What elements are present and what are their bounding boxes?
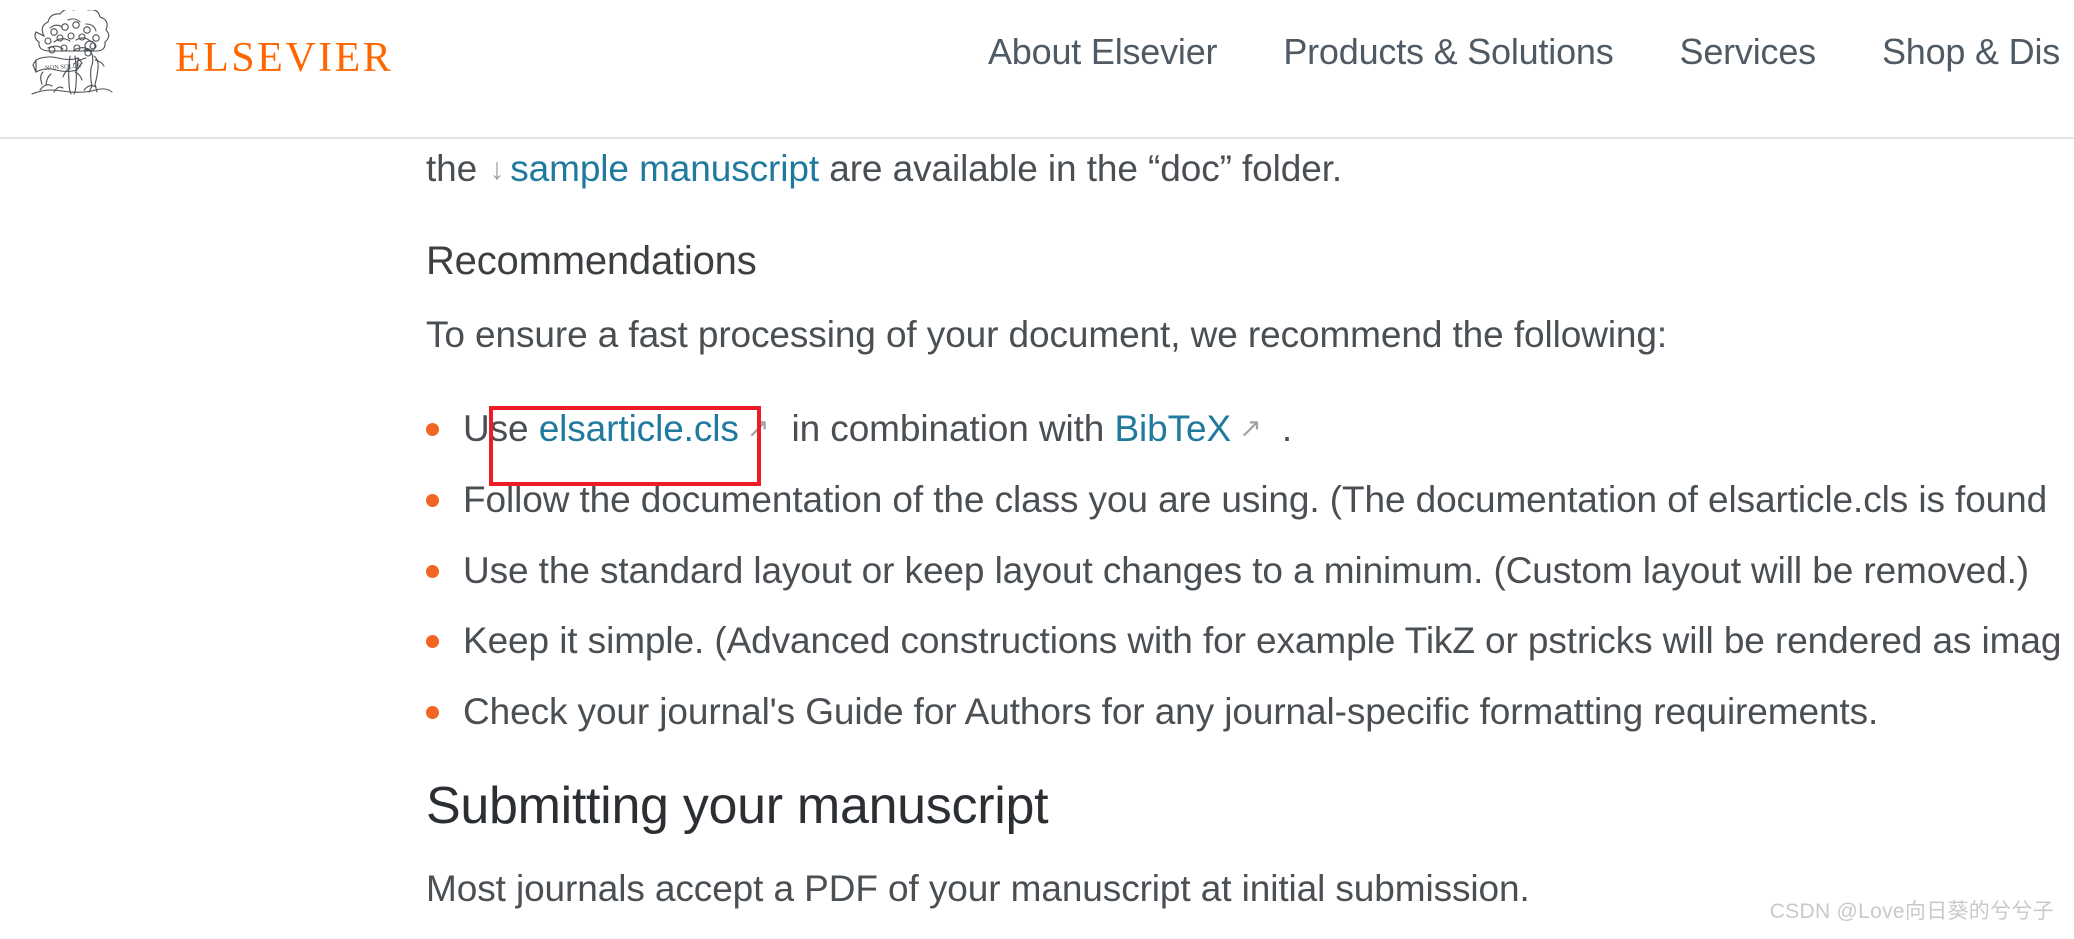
elsevier-tree-emblem-icon: NON SOLUS (24, 6, 120, 102)
bullet-dot-icon (426, 705, 439, 719)
elsevier-wordmark: ELSEVIER (175, 35, 394, 81)
item1-middle: in combination with (791, 408, 1105, 450)
arrow-down-icon: ↓ (489, 153, 505, 186)
nav-item-shop-discover[interactable]: Shop & Dis (1882, 30, 2060, 73)
sample-manuscript-link[interactable]: sample manuscript (510, 148, 819, 189)
bullet-dot-icon (426, 564, 439, 578)
nav-item-services[interactable]: Services (1680, 30, 1817, 73)
nav-item-about-elsevier[interactable]: About Elsevier (988, 30, 1218, 73)
site-header: NON SOLUS ELSEVIER About Elsevier Produc… (0, 0, 2074, 139)
csdn-watermark: CSDN @Love向日葵的兮兮子 (1769, 900, 2054, 923)
list-item: Use the standard layout or keep layout c… (426, 544, 2074, 598)
item1-suffix: . (1281, 408, 1293, 450)
list-item: Use elsarticle.cls ↗ in combination with … (426, 402, 2074, 456)
recommendation-item-3: Use the standard layout or keep layout c… (463, 549, 2030, 591)
external-link-icon: ↗ (1239, 413, 1262, 444)
elsevier-brand-logo[interactable]: NON SOLUS ELSEVIER (24, 6, 394, 102)
recommendation-item-5: Check your journal's Guide for Authors f… (463, 690, 1879, 732)
recommendation-item-1: Use elsarticle.cls ↗ in combination with … (463, 408, 1292, 449)
main-navigation: About Elsevier Products & Solutions Serv… (988, 30, 2060, 73)
list-item: Check your journal's Guide for Authors f… (426, 685, 2074, 739)
recommendation-item-4: Keep it simple. (Advanced constructions … (463, 620, 2062, 662)
list-item: Keep it simple. (Advanced constructions … (426, 614, 2074, 668)
recommendations-list: Use elsarticle.cls ↗ in combination with … (426, 402, 2074, 738)
recommendations-lead: To ensure a fast processing of your docu… (426, 313, 1668, 355)
page-content: the ↓ sample manuscript are available in … (0, 138, 2074, 939)
nav-item-products-solutions[interactable]: Products & Solutions (1283, 30, 1613, 73)
bullet-dot-icon (426, 635, 439, 649)
list-item: Follow the documentation of the class yo… (426, 473, 2074, 527)
submitting-heading: Submitting your manuscript (426, 777, 1049, 836)
bibtex-link[interactable]: BibTeX (1114, 408, 1231, 449)
intro-paragraph: the ↓ sample manuscript are available in … (426, 142, 2074, 196)
item1-prefix: Use (463, 408, 529, 450)
intro-text-before: the (426, 148, 478, 189)
external-link-icon: ↗ (746, 413, 770, 444)
recommendations-heading: Recommendations (426, 238, 757, 283)
elsarticle-cls-link[interactable]: elsarticle.cls (539, 408, 739, 449)
bullet-dot-icon (426, 493, 439, 507)
recommendation-item-2: Follow the documentation of the class yo… (463, 478, 2048, 520)
bullet-dot-icon (426, 423, 439, 437)
intro-text-after: are available in the “doc” folder. (829, 148, 1343, 189)
